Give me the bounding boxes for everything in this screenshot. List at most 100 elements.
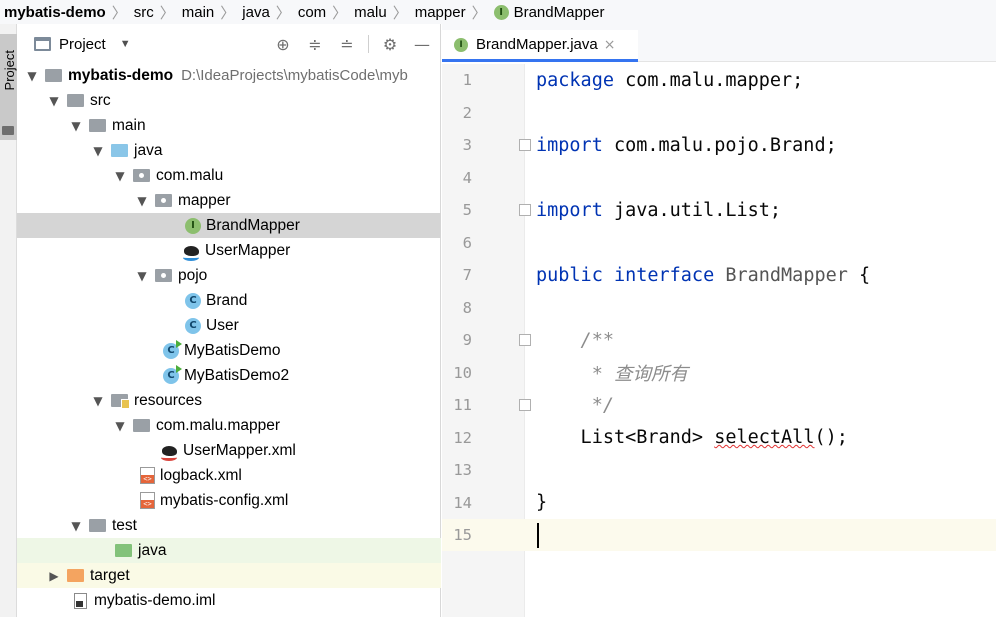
comment: /**	[536, 329, 614, 351]
tree-item-mybatisdemo[interactable]: C MyBatisDemo	[17, 338, 441, 363]
tree-item-usermapper[interactable]: UserMapper	[17, 238, 441, 263]
code-line[interactable]: 11 */	[442, 389, 996, 421]
chevron-down-icon[interactable]: ▼	[135, 269, 149, 283]
chevron-down-icon[interactable]: ▼	[135, 194, 149, 208]
tree-item-mybatisdemo2[interactable]: C MyBatisDemo2	[17, 363, 441, 388]
tree-item-label: Brand	[206, 291, 248, 309]
folder-icon	[67, 94, 84, 107]
code-line[interactable]: 12 List<Brand> selectAll();	[442, 422, 996, 454]
code-line[interactable]: 14 }	[442, 487, 996, 519]
breadcrumb-separator: 〉	[392, 4, 408, 22]
tree-item-label: User	[206, 316, 239, 334]
tree-item-label: main	[112, 116, 146, 134]
tree-item-logback-xml[interactable]: <> logback.xml	[17, 463, 441, 488]
breadcrumb-item-brandmapper[interactable]: I BrandMapper	[493, 4, 604, 21]
runnable-class-icon: C	[163, 339, 182, 359]
tree-item-pojo[interactable]: ▼ pojo	[17, 263, 441, 288]
line-number: 3	[462, 136, 472, 154]
chevron-down-icon[interactable]: ▼	[69, 519, 83, 533]
project-view-selector[interactable]: Project ▼	[34, 36, 131, 53]
breadcrumb-separator: 〉	[471, 4, 487, 22]
code-line[interactable]: 3 import com.malu.pojo.Brand;	[442, 129, 996, 161]
code-line-current[interactable]: 15	[442, 519, 996, 551]
mybatis-xml-icon	[161, 443, 179, 461]
code-line[interactable]: 1 package com.malu.mapper;	[442, 64, 996, 96]
tree-item-resources[interactable]: ▼ resources	[17, 388, 441, 413]
code-text: package com.malu.mapper;	[536, 70, 803, 91]
class-icon: C	[185, 292, 201, 309]
excluded-folder-icon	[67, 569, 84, 582]
chevron-down-icon[interactable]: ▼	[91, 394, 105, 408]
code-token: ();	[814, 427, 848, 448]
tree-item-user[interactable]: C User	[17, 313, 441, 338]
tree-item-com-malu[interactable]: ▼ com.malu	[17, 163, 441, 188]
chevron-down-icon[interactable]: ▼	[113, 169, 127, 183]
code-token: {	[847, 264, 871, 286]
breadcrumb-item-java[interactable]: java	[242, 4, 270, 21]
chevron-down-icon[interactable]: ▼	[47, 94, 61, 108]
breadcrumb-item-malu[interactable]: malu	[354, 4, 387, 21]
breadcrumb-item-main[interactable]: main	[182, 4, 215, 21]
chevron-down-icon[interactable]: ▼	[113, 419, 127, 433]
expand-all-icon[interactable]: ≑	[304, 34, 326, 54]
code-line[interactable]: 5 import java.util.List;	[442, 194, 996, 226]
line-number: 10	[453, 363, 472, 382]
chevron-down-icon[interactable]: ▼	[69, 119, 83, 133]
tree-item-java[interactable]: ▼ java	[17, 138, 441, 163]
keyword: public	[536, 264, 603, 286]
resources-folder-icon	[111, 394, 130, 409]
fold-icon[interactable]	[519, 204, 531, 216]
tree-item-label: mybatis-demo.iml	[94, 591, 216, 609]
tree-item-test[interactable]: ▼ test	[17, 513, 441, 538]
tree-item-mybatis-demo[interactable]: ▼ mybatis-demo D:\IdeaProjects\mybatisCo…	[17, 63, 441, 88]
tree-item-main[interactable]: ▼ main	[17, 113, 441, 138]
tree-item-com-malu-mapper[interactable]: ▼ com.malu.mapper	[17, 413, 441, 438]
line-number: 5	[462, 201, 472, 219]
tree-item-src[interactable]: ▼ src	[17, 88, 441, 113]
editor-pane: I BrandMapper.java × 1 package com.malu.…	[442, 24, 996, 617]
tree-item-usermapper-xml[interactable]: UserMapper.xml	[17, 438, 441, 463]
tree-item-label: com.malu	[156, 166, 224, 184]
tool-window-stripe: Project	[0, 24, 17, 617]
code-line[interactable]: 13	[442, 454, 996, 486]
tree-item-label: UserMapper	[205, 241, 291, 259]
code-line[interactable]: 9 /**	[442, 324, 996, 356]
tree-item-label: test	[112, 516, 137, 534]
tab-brandmapper-java[interactable]: I BrandMapper.java ×	[442, 30, 638, 62]
breadcrumb-item-com[interactable]: com	[298, 4, 326, 21]
breadcrumb-item-project[interactable]: mybatis-demo	[4, 4, 106, 21]
code-line[interactable]: 6	[442, 227, 996, 259]
code-token: List<Brand>	[536, 427, 715, 448]
test-folder-icon	[115, 544, 132, 557]
tree-item-mapper[interactable]: ▼ mapper	[17, 188, 441, 213]
chevron-right-icon[interactable]: ▶	[47, 569, 61, 583]
code-line[interactable]: 2	[442, 97, 996, 129]
code-line[interactable]: 10 * 查询所有	[442, 357, 996, 389]
minimize-icon[interactable]: —	[411, 34, 433, 54]
tree-item-test-java[interactable]: java	[17, 538, 441, 563]
code-line[interactable]: 4	[442, 162, 996, 194]
tree-item-brandmapper[interactable]: I BrandMapper	[17, 213, 441, 238]
breadcrumb-item-src[interactable]: src	[134, 4, 154, 21]
fold-icon[interactable]	[519, 399, 531, 411]
tree-item-label: UserMapper.xml	[183, 441, 296, 459]
collapse-all-icon[interactable]: ≐	[336, 34, 358, 54]
tree-item-iml[interactable]: mybatis-demo.iml	[17, 588, 441, 613]
fold-icon[interactable]	[519, 139, 531, 151]
fold-icon[interactable]	[519, 334, 531, 346]
close-icon[interactable]: ×	[604, 37, 616, 53]
method-name[interactable]: selectAll	[714, 427, 814, 448]
chevron-down-icon[interactable]: ▼	[91, 144, 105, 158]
breadcrumb-item-mapper[interactable]: mapper	[415, 4, 466, 21]
tree-item-mybatis-config-xml[interactable]: <> mybatis-config.xml	[17, 488, 441, 513]
project-toolbar: ⊕ ≑ ≐ ⚙ —	[262, 34, 433, 54]
project-panel-header: Project ▼ ⊕ ≑ ≐ ⚙ —	[17, 24, 441, 64]
code-line[interactable]: 8	[442, 292, 996, 324]
project-tool-button[interactable]: Project	[0, 34, 17, 140]
code-line[interactable]: 7 public interface BrandMapper {	[442, 259, 996, 291]
tree-item-brand[interactable]: C Brand	[17, 288, 441, 313]
tree-item-target[interactable]: ▶ target	[17, 563, 441, 588]
gear-icon[interactable]: ⚙	[379, 34, 401, 54]
locate-icon[interactable]: ⊕	[272, 34, 294, 54]
chevron-down-icon[interactable]: ▼	[25, 69, 39, 83]
